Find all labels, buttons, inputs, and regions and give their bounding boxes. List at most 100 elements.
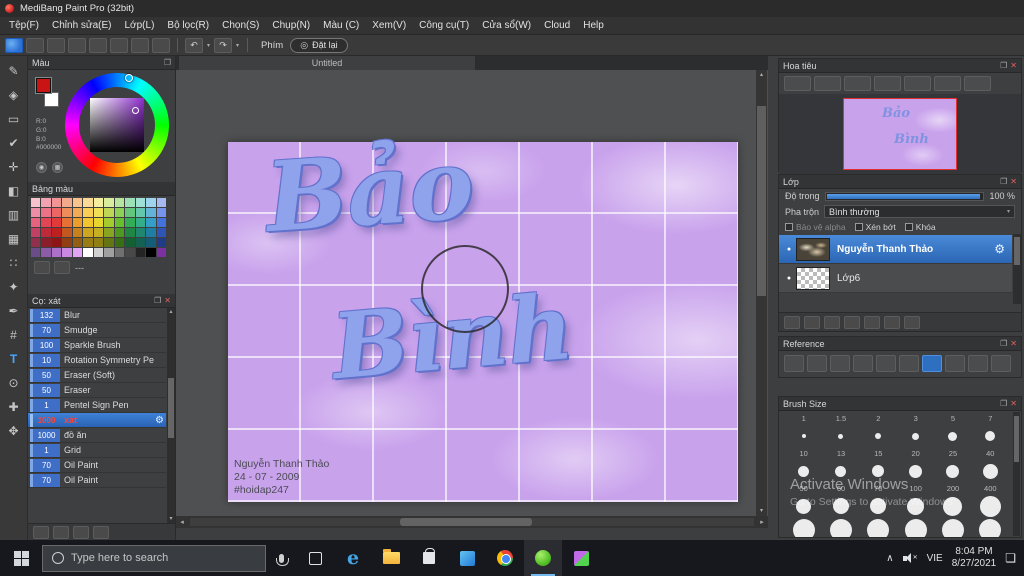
canvas-horizontal-scrollbar[interactable]: ◂ ▸ bbox=[176, 516, 768, 528]
brush-size-option[interactable] bbox=[822, 459, 859, 483]
color-swatch[interactable] bbox=[135, 198, 146, 207]
brush-size-option[interactable] bbox=[897, 459, 934, 483]
layer-option-checkbox[interactable]: Xén bớt bbox=[854, 222, 896, 232]
chrome-icon[interactable] bbox=[486, 540, 524, 576]
color-swatch[interactable] bbox=[31, 208, 41, 217]
color-swatch[interactable] bbox=[146, 198, 156, 207]
Eraser[interactable]: 50 Eraser ⚙ bbox=[28, 383, 166, 398]
layer-option-checkbox[interactable]: Bảo vệ alpha bbox=[785, 222, 846, 232]
add-color-icon[interactable] bbox=[34, 261, 50, 274]
color-swatch[interactable] bbox=[93, 218, 104, 227]
layout-icon[interactable] bbox=[152, 37, 170, 53]
scrollbar-thumb[interactable] bbox=[400, 518, 532, 526]
tray-expand-icon[interactable]: ∧ bbox=[886, 553, 893, 564]
undo-caret-icon[interactable]: ▾ bbox=[207, 42, 210, 49]
color-swatch[interactable] bbox=[135, 228, 146, 237]
medibang-icon[interactable] bbox=[524, 540, 562, 576]
brush-size-option[interactable] bbox=[860, 494, 897, 518]
blend-mode-select[interactable]: Bình thường ▾ bbox=[824, 205, 1015, 218]
brush-size-option[interactable] bbox=[972, 494, 1009, 518]
zoom-out-icon[interactable] bbox=[876, 355, 896, 372]
color-swatch[interactable] bbox=[51, 208, 62, 217]
Oil Paint[interactable]: 70 Oil Paint ⚙ bbox=[28, 473, 166, 488]
zoom-out-icon[interactable] bbox=[784, 76, 811, 91]
brush-size-option[interactable] bbox=[785, 424, 822, 448]
delete-layer-icon[interactable] bbox=[904, 315, 920, 329]
scrollbar-track[interactable] bbox=[190, 518, 754, 526]
close-button[interactable] bbox=[988, 0, 1024, 17]
new-layer-icon[interactable] bbox=[784, 315, 800, 329]
color-swatch[interactable] bbox=[62, 208, 72, 217]
reset-rotation-icon[interactable] bbox=[964, 76, 991, 91]
đồ ăn[interactable]: 1000 đồ ăn ⚙ bbox=[28, 428, 166, 443]
navigator-thumbnail[interactable]: Bảo Bình bbox=[843, 98, 957, 170]
reset-button[interactable]: ◎ Đặt lại bbox=[290, 37, 348, 53]
Grid[interactable]: 1 Grid ⚙ bbox=[28, 443, 166, 458]
brush-size-option[interactable] bbox=[934, 424, 971, 448]
scrollbar-thumb[interactable] bbox=[757, 106, 766, 296]
Rotation Symmetry Pe[interactable]: 10 Rotation Symmetry Pe ⚙ bbox=[28, 353, 166, 368]
color-swatch[interactable] bbox=[93, 228, 104, 237]
task-view-icon[interactable] bbox=[296, 540, 334, 576]
color-swatch[interactable] bbox=[72, 248, 83, 257]
volume-muted-icon[interactable]: ✕ bbox=[902, 552, 918, 564]
store-icon[interactable] bbox=[410, 540, 448, 576]
color-swatch[interactable] bbox=[51, 228, 62, 237]
canvas[interactable]: Bảo Bình Nguyễn Thanh Thảo 24 - 07 - 200… bbox=[228, 127, 738, 502]
color-swatch[interactable] bbox=[114, 198, 125, 207]
color-swatch[interactable] bbox=[41, 248, 51, 257]
opacity-slider[interactable] bbox=[824, 191, 985, 201]
close-panel-icon[interactable]: ✕ bbox=[1010, 339, 1017, 348]
color-swatch[interactable] bbox=[135, 248, 146, 257]
image-icon[interactable] bbox=[807, 355, 827, 372]
brush-menu-icon[interactable] bbox=[93, 525, 109, 539]
color-swatch[interactable] bbox=[135, 208, 146, 217]
brush-settings-icon[interactable]: ⚙ bbox=[155, 415, 164, 426]
brush-size-option[interactable] bbox=[972, 518, 1009, 537]
menu-item[interactable]: Cloud bbox=[544, 20, 570, 31]
color-swatch[interactable] bbox=[41, 228, 51, 237]
layer-folder-icon[interactable] bbox=[844, 315, 860, 329]
brush-size-option[interactable] bbox=[822, 518, 859, 537]
color-swatch[interactable] bbox=[62, 198, 72, 207]
minimize-button[interactable] bbox=[916, 0, 952, 17]
brush-tool[interactable]: ✎ bbox=[3, 61, 25, 81]
checkbox-icon[interactable] bbox=[854, 223, 863, 231]
Lớp6[interactable]: ● Lớp6 ⚙ bbox=[779, 264, 1012, 293]
Oil Paint[interactable]: 70 Oil Paint ⚙ bbox=[28, 458, 166, 473]
menu-item[interactable]: Chụp(N) bbox=[272, 20, 310, 31]
color-swatch[interactable] bbox=[83, 228, 93, 237]
delete-brush-icon[interactable] bbox=[53, 525, 69, 539]
new-doc-icon[interactable] bbox=[68, 37, 86, 53]
color-swatch[interactable] bbox=[114, 248, 125, 257]
canvas-tab[interactable]: Untitled bbox=[179, 56, 475, 70]
brush-size-option[interactable] bbox=[897, 494, 934, 518]
color-swatch[interactable] bbox=[93, 238, 104, 247]
float-panel-icon[interactable]: ❐ bbox=[1000, 177, 1007, 186]
color-swatch[interactable] bbox=[135, 218, 146, 227]
color-swatch[interactable] bbox=[156, 248, 166, 257]
panel-grid-icon[interactable] bbox=[131, 37, 149, 53]
color-swatch[interactable] bbox=[125, 238, 135, 247]
eyedropper-tool[interactable]: ✒ bbox=[3, 301, 25, 321]
color-swatch[interactable] bbox=[62, 228, 72, 237]
close-panel-icon[interactable]: ✕ bbox=[1010, 399, 1017, 408]
float-panel-icon[interactable]: ❐ bbox=[1000, 399, 1007, 408]
actual-pixels-icon[interactable] bbox=[874, 76, 901, 91]
color-swatch[interactable] bbox=[83, 218, 93, 227]
Eraser (Soft)[interactable]: 50 Eraser (Soft) ⚙ bbox=[28, 368, 166, 383]
color-swatch[interactable] bbox=[104, 208, 114, 217]
swap-colors-icon[interactable]: ◉ bbox=[36, 162, 47, 173]
color-swatch[interactable] bbox=[146, 208, 156, 217]
color-swatch[interactable] bbox=[41, 218, 51, 227]
hue-indicator[interactable] bbox=[125, 74, 133, 82]
color-swatch[interactable] bbox=[156, 238, 166, 247]
rotate-right-icon[interactable] bbox=[934, 76, 961, 91]
color-swatch[interactable] bbox=[72, 208, 83, 217]
loupe-icon[interactable] bbox=[968, 355, 988, 372]
redo-icon[interactable]: ↷ bbox=[214, 37, 233, 53]
zoom-tool[interactable]: ⊙ bbox=[3, 373, 25, 393]
float-panel-icon[interactable]: ❐ bbox=[1000, 339, 1007, 348]
layer-visibility-icon[interactable]: ● bbox=[782, 246, 796, 253]
Blur[interactable]: 132 Blur ⚙ bbox=[28, 308, 166, 323]
